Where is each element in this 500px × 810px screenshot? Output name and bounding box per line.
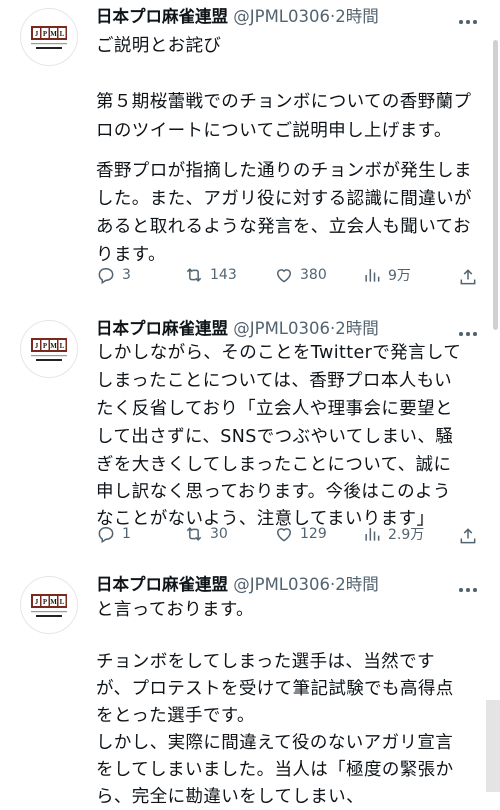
reply-icon bbox=[98, 268, 114, 285]
account-name[interactable]: 日本プロ麻雀連盟 bbox=[96, 7, 228, 26]
views-chart-icon bbox=[365, 269, 380, 282]
svg-text:L: L bbox=[60, 30, 65, 38]
reply-button[interactable]: 1 bbox=[96, 522, 131, 546]
reply-count: 3 bbox=[122, 267, 131, 283]
like-button[interactable]: 380 bbox=[274, 263, 327, 287]
retweet-count: 30 bbox=[210, 526, 228, 542]
tweet-text-line: ロのツイートについてご説明申し上げます。 bbox=[96, 121, 452, 141]
svg-text:J: J bbox=[35, 342, 39, 350]
share-button[interactable] bbox=[458, 265, 484, 289]
tweet-time[interactable]: 2時間 bbox=[335, 575, 379, 594]
retweet-count: 143 bbox=[210, 267, 237, 283]
like-count: 129 bbox=[300, 526, 327, 542]
svg-text:L: L bbox=[60, 342, 65, 350]
tweet-text-line: が、プロテストを受けて筆記試験でも高得点 bbox=[96, 679, 454, 699]
tweet-text-line: して出さずに、SNSでつぶやいてしまい、騒 bbox=[96, 427, 454, 447]
scrollbar-thumb-lower[interactable] bbox=[486, 700, 500, 792]
views-chart-icon bbox=[365, 528, 380, 541]
tweet-text-line: と言っております。 bbox=[96, 600, 254, 620]
avatar-jpml-logo[interactable]: J P M L bbox=[20, 8, 78, 66]
tweet-text-line: しかしながら、そのことをTwitterで発言して bbox=[96, 343, 462, 363]
views-button[interactable]: 2.9万 bbox=[362, 522, 424, 546]
tweet-text-line: 香野プロが指摘した通りのチョンボが発生しま bbox=[96, 161, 472, 181]
account-name[interactable]: 日本プロ麻雀連盟 bbox=[96, 319, 228, 338]
reply-button[interactable]: 3 bbox=[96, 263, 131, 287]
views-count: 9万 bbox=[388, 268, 411, 284]
heart-icon bbox=[276, 269, 292, 283]
like-count: 380 bbox=[300, 267, 327, 283]
tweet-text-line: ぎを大きくしてしまったことについて、誠に bbox=[96, 455, 452, 475]
account-name[interactable]: 日本プロ麻雀連盟 bbox=[96, 575, 228, 594]
tweet-text-line: 申し訳なく思っております。今後はこのよう bbox=[96, 482, 451, 502]
tweet-header: 日本プロ麻雀連盟 @JPML0306·2時間 bbox=[96, 572, 379, 598]
like-button[interactable]: 129 bbox=[274, 522, 327, 546]
tweet-text-line: チョンボをしてしまった選手は、当然です bbox=[96, 652, 435, 672]
svg-text:L: L bbox=[60, 598, 65, 606]
share-button[interactable] bbox=[458, 524, 484, 548]
tweet-text-line: たく反省しており「立会人や理事会に要望と bbox=[96, 399, 453, 419]
avatar-jpml-logo[interactable]: J P M L bbox=[20, 320, 78, 378]
tweet-time[interactable]: 2時間 bbox=[335, 319, 379, 338]
more-options-icon[interactable] bbox=[458, 580, 480, 598]
retweet-button[interactable]: 143 bbox=[184, 263, 237, 287]
more-options-icon[interactable] bbox=[458, 12, 480, 30]
svg-text:M: M bbox=[50, 342, 57, 350]
share-icon bbox=[460, 269, 476, 285]
heart-icon bbox=[276, 528, 292, 542]
tweet-time[interactable]: 2時間 bbox=[335, 7, 379, 26]
share-icon bbox=[460, 528, 476, 544]
avatar-jpml-logo[interactable]: J P M L bbox=[20, 576, 78, 634]
scrollbar-thumb[interactable] bbox=[493, 40, 498, 330]
views-count: 2.9万 bbox=[388, 527, 425, 543]
tweet-text-line: をしてしまいました。当人は「極度の緊張か bbox=[96, 760, 454, 780]
retweet-icon bbox=[186, 268, 202, 282]
tweet-header: 日本プロ麻雀連盟 @JPML0306·2時間 bbox=[96, 316, 379, 342]
reply-icon bbox=[98, 527, 114, 544]
retweet-icon bbox=[186, 527, 202, 541]
account-handle[interactable]: @JPML0306 bbox=[233, 7, 330, 26]
tweet-text-line: をとった選手です。 bbox=[96, 706, 255, 726]
svg-text:J: J bbox=[35, 30, 39, 38]
retweet-button[interactable]: 30 bbox=[184, 522, 228, 546]
account-handle[interactable]: @JPML0306 bbox=[233, 575, 330, 594]
account-handle[interactable]: @JPML0306 bbox=[233, 319, 330, 338]
svg-text:P: P bbox=[43, 342, 48, 350]
tweet-actions: 1 30 129 2.9万 bbox=[96, 522, 480, 546]
tweet-text-line: 第５期桜蕾戦でのチョンボについての香野蘭プ bbox=[96, 92, 472, 112]
tweet-text-line: しまったことについては、香野プロ本人もい bbox=[96, 371, 453, 391]
tweet-text-line: しかし、実際に間違えて役のないアガリ宣言 bbox=[96, 733, 454, 753]
tweet-text-line: ら、完全に勘違いをしてしまい、 bbox=[96, 787, 364, 807]
tweet-header: 日本プロ麻雀連盟 @JPML0306·2時間 bbox=[96, 4, 379, 30]
svg-text:J: J bbox=[35, 598, 39, 606]
more-options-icon[interactable] bbox=[458, 324, 480, 342]
reply-count: 1 bbox=[122, 526, 131, 542]
svg-text:P: P bbox=[43, 598, 48, 606]
svg-text:M: M bbox=[50, 30, 57, 38]
tweet-text-line: あると取れるような発言を、立会人も聞いてお bbox=[96, 217, 471, 237]
tweet-text-line: ご説明とお詫び bbox=[96, 36, 222, 56]
svg-text:M: M bbox=[50, 598, 57, 606]
svg-text:P: P bbox=[43, 30, 48, 38]
tweet-text-line: した。また、アガリ役に対する認識に間違いが bbox=[96, 189, 472, 209]
views-button[interactable]: 9万 bbox=[362, 263, 411, 287]
tweet-actions: 3 143 380 9万 bbox=[96, 263, 480, 287]
